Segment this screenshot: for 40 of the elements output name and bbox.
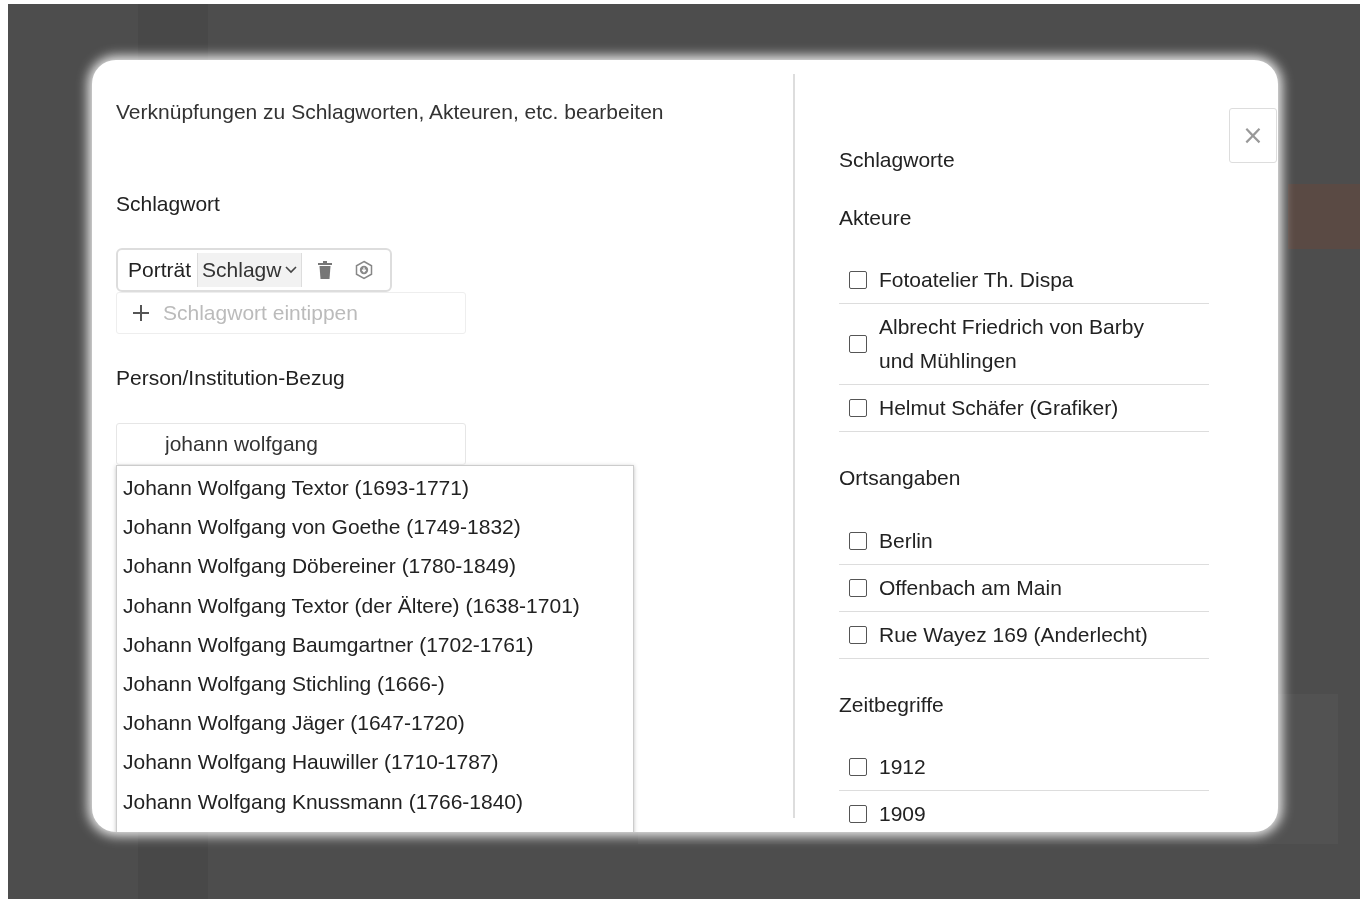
suggestion-item[interactable]: Johann Wolfgang Textor (1693-1771) [117,468,633,508]
tag-label: Porträt [128,256,192,283]
suggestion-item[interactable]: Johann Wolfgang von Goethe (1749-1832) [117,507,633,547]
checkbox-label: Offenbach am Main [879,574,1063,601]
section-heading: Schlagwort [116,191,221,217]
section-heading: Zeitbegriffe [839,691,945,718]
checkbox[interactable] [849,578,867,597]
section-heading: Ortsangaben [839,465,962,491]
suggestion-item[interactable]: Johann Wolfgang Döbereiner (1780-1849) [117,546,633,586]
keyword-input[interactable]: Schlagwort eintippen [116,291,466,334]
checkbox[interactable] [849,758,867,776]
checkbox-label: Rue Wayez 169 (Anderlecht) [879,621,1149,648]
checkbox[interactable] [849,271,867,289]
trash-icon[interactable] [318,260,333,279]
suggestion-item[interactable]: Johann Wolfgang Stichling (1666-) [117,663,633,704]
checkbox[interactable] [849,399,867,417]
checkbox-label: Berlin [879,527,934,554]
section-heading: Schlagworte [839,147,956,173]
checkbox[interactable] [849,805,867,823]
checkbox-label: Albrecht Friedrich von Barby und Mühlingen [879,314,1145,374]
checkbox[interactable] [849,531,867,550]
checkbox-label: 1912 [879,754,927,780]
checkbox[interactable] [849,625,867,644]
suggestion-item[interactable]: Johann Wolfgang Knussmann (1766-1840) [117,781,633,821]
checkbox[interactable] [849,335,867,353]
download-hexagon-icon[interactable] [354,259,375,280]
suggestion-item[interactable]: Johann Wolfgang Textor (der Ältere) (1638-1701) [117,585,633,625]
suggestion-item[interactable]: Johann Wolfgang Jäger (1647-1720) [117,703,633,743]
plus-icon [132,303,150,322]
suggestion-item[interactable]: Johann Wolfgang Baumgartner (1702-1761) [117,624,633,664]
person-input[interactable]: johann wolfgang [116,423,466,465]
checkbox-label: Helmut Schäfer (Grafiker) [879,395,1120,421]
dialog-title: Verknüpfungen zu Schlagworten, Akteuren, etc. bearbeiten [116,99,665,125]
checkbox-label: Fotoatelier Th. Dispa [879,267,1075,293]
chevron-down-icon [285,265,298,274]
type-select[interactable]: Schlagw [197,252,303,287]
checkbox-label: 1909 [879,801,927,827]
suggestion-item[interactable]: Johann Wolfgang Hauwiller (1710-1787) [117,742,633,782]
section-heading: Akteure [839,204,913,231]
section-heading: Person/Institution-Bezug [116,364,346,391]
